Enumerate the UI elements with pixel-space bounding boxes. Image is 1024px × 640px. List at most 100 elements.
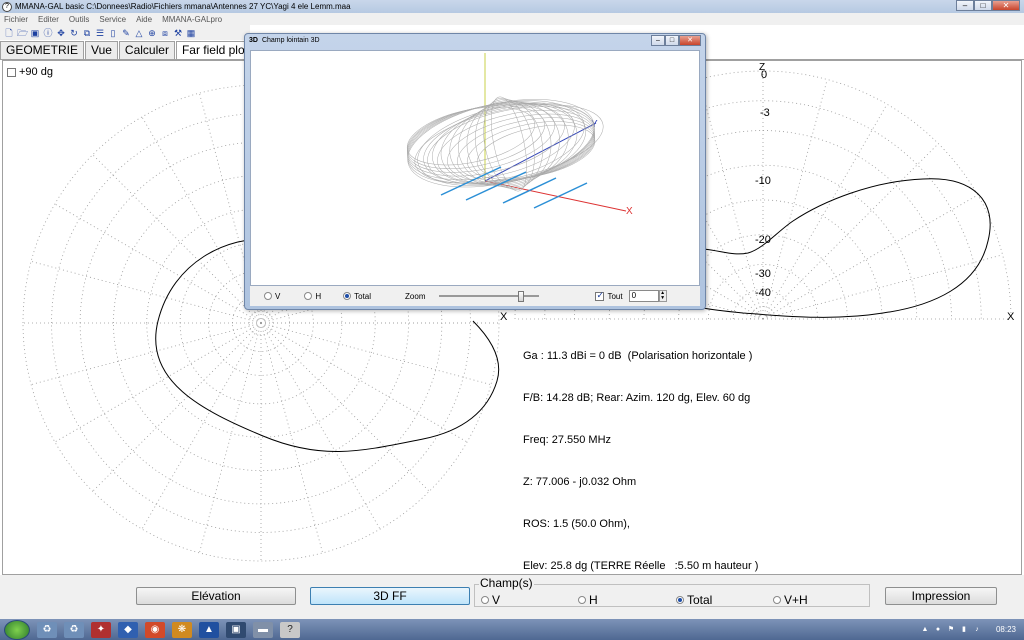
- checkbox-label: +90 dg: [19, 66, 53, 78]
- elevation-90-checkbox[interactable]: +90 dg: [7, 66, 53, 78]
- zoom-label: Zoom: [405, 291, 426, 301]
- tools-icon[interactable]: ⚒: [173, 28, 183, 38]
- doc-icon[interactable]: ▯: [108, 28, 118, 38]
- results-panel: Ga : 11.3 dBi = 0 dB (Polarisation horiz…: [523, 321, 758, 587]
- tab-vue[interactable]: Vue: [85, 41, 118, 59]
- grid-spoke: [54, 322, 262, 443]
- window-app-icon[interactable]: ▣: [226, 621, 246, 638]
- champs-radio-h-dot[interactable]: [578, 596, 586, 604]
- edit-icon[interactable]: ✎: [121, 28, 131, 38]
- value-input[interactable]: 0: [628, 290, 659, 302]
- minimize-button[interactable]: –: [956, 0, 974, 11]
- triangle-icon[interactable]: △: [134, 28, 144, 38]
- open-file-icon[interactable]: 🗁: [17, 28, 28, 38]
- tray-app-icon[interactable]: ●: [934, 626, 942, 634]
- move-icon[interactable]: ✥: [56, 28, 66, 38]
- crosshair-icon[interactable]: ⊕: [147, 28, 157, 38]
- start-orb-icon[interactable]: [4, 619, 30, 640]
- close-button[interactable]: ✕: [992, 0, 1020, 11]
- champs-radio-total[interactable]: Total: [676, 593, 712, 607]
- tout-checkbox-box[interactable]: [595, 290, 605, 301]
- champs-radio-vh-dot[interactable]: [773, 596, 781, 604]
- grid-spoke: [199, 322, 262, 553]
- menu-mmana-galpro[interactable]: MMANA-GALpro: [162, 15, 222, 24]
- radio-total[interactable]: Total: [343, 292, 371, 301]
- info-icon[interactable]: ⓘ: [43, 28, 53, 38]
- x-axis-text: X: [626, 206, 633, 217]
- champs-radio-v-dot[interactable]: [481, 596, 489, 604]
- clock[interactable]: 08:23: [996, 625, 1016, 634]
- champs-radio-h[interactable]: H: [578, 593, 598, 607]
- menu-service[interactable]: Service: [99, 15, 126, 24]
- value-spinner[interactable]: ▲ ▼: [658, 290, 667, 302]
- maximize-button[interactable]: □: [974, 0, 992, 11]
- champs-radio-vh[interactable]: V+H: [773, 593, 808, 607]
- pages-icon[interactable]: ⧈: [160, 28, 170, 38]
- grid-spoke: [762, 194, 978, 320]
- app-red-icon[interactable]: ✦: [91, 621, 111, 638]
- champs-radio-total-dot[interactable]: [676, 596, 684, 604]
- radio-v[interactable]: V: [264, 292, 280, 301]
- window-title: MMANA-GAL basic C:\Donnees\Radio\Fichier…: [15, 2, 351, 11]
- grid-spoke: [762, 79, 828, 320]
- grid-spoke: [31, 322, 262, 385]
- recycle-bin-icon[interactable]: ♻: [37, 621, 57, 638]
- lobe-ring: [447, 113, 595, 183]
- chrome-icon[interactable]: ◉: [145, 621, 165, 638]
- rotate-icon[interactable]: ↻: [69, 28, 79, 38]
- window-controls: – □ ✕: [956, 0, 1020, 11]
- tray-flag-icon[interactable]: ⚑: [947, 626, 955, 634]
- save-icon[interactable]: ▣: [30, 28, 40, 38]
- champs-radio-h-label: H: [589, 593, 598, 607]
- x-axis-label-center: X: [500, 311, 508, 323]
- checkbox-box[interactable]: [7, 67, 16, 77]
- taskbar: ♻ ♻ ✦ ◆ ◉ ❋ ▲ ▣ ▬ ? ▲ ● ⚑ ▮ ♪ 08:23: [0, 619, 1024, 640]
- new-file-icon[interactable]: 🗋: [4, 28, 14, 38]
- elevation-button[interactable]: Elévation: [136, 587, 296, 605]
- window3d-maximize-button[interactable]: □: [665, 35, 679, 46]
- zoom-slider[interactable]: [439, 291, 540, 302]
- recycle-bin-full-icon[interactable]: ♻: [64, 621, 84, 638]
- app-blue-icon[interactable]: ◆: [118, 621, 138, 638]
- 3d-ff-button[interactable]: 3D FF: [310, 587, 470, 605]
- menu-bar: Fichier Editer Outils Service Aide MMANA…: [0, 13, 1024, 25]
- 3d-canvas[interactable]: X Y: [250, 50, 700, 286]
- menu-editer[interactable]: Editer: [38, 15, 59, 24]
- photo-app-icon[interactable]: ▲: [199, 621, 219, 638]
- tray-volume-icon[interactable]: ♪: [973, 626, 981, 634]
- dash-app-icon[interactable]: ▬: [253, 621, 273, 638]
- list-icon[interactable]: ☰: [95, 28, 105, 38]
- radio-v-dot[interactable]: [264, 292, 272, 300]
- menu-fichier[interactable]: Fichier: [4, 15, 28, 24]
- grid-spoke: [762, 104, 888, 320]
- tab-calculer[interactable]: Calculer: [118, 41, 175, 59]
- db-tick-3: -3: [760, 107, 770, 119]
- champs-radio-vh-label: V+H: [784, 593, 808, 607]
- window3d-close-button[interactable]: ✕: [679, 35, 701, 46]
- champs-radio-v[interactable]: V: [481, 593, 500, 607]
- grid-icon[interactable]: ▦: [186, 28, 196, 38]
- tout-label: Tout: [607, 291, 623, 301]
- radio-total-dot[interactable]: [343, 292, 352, 300]
- question-circle-icon[interactable]: ?: [2, 1, 12, 12]
- 3d-logo-icon: 3D: [249, 37, 258, 44]
- window3d-controls: – □ ✕: [651, 35, 701, 46]
- colorful-app-icon[interactable]: ❋: [172, 621, 192, 638]
- mmana-icon[interactable]: ?: [280, 621, 300, 638]
- menu-aide[interactable]: Aide: [136, 15, 152, 24]
- tray-network-icon[interactable]: ▮: [960, 626, 968, 634]
- 3d-pattern-view: X Y: [406, 53, 633, 217]
- zoom-slider-thumb[interactable]: [517, 291, 524, 302]
- tray-arrow-icon[interactable]: ▲: [921, 626, 929, 634]
- copy-icon[interactable]: ⧉: [82, 28, 92, 38]
- menu-outils[interactable]: Outils: [69, 15, 89, 24]
- radio-h-dot[interactable]: [304, 292, 313, 300]
- grid-spoke: [260, 322, 381, 530]
- radio-h[interactable]: H: [304, 292, 321, 301]
- tab-bar: GEOMETRIE Vue Calculer Far field plots: [0, 41, 261, 59]
- db-tick-0: 0: [761, 69, 768, 81]
- tout-checkbox[interactable]: Tout: [595, 290, 623, 301]
- window3d-minimize-button[interactable]: –: [651, 35, 665, 46]
- tab-geometrie[interactable]: GEOMETRIE: [0, 41, 85, 59]
- print-button[interactable]: Impression: [885, 587, 997, 605]
